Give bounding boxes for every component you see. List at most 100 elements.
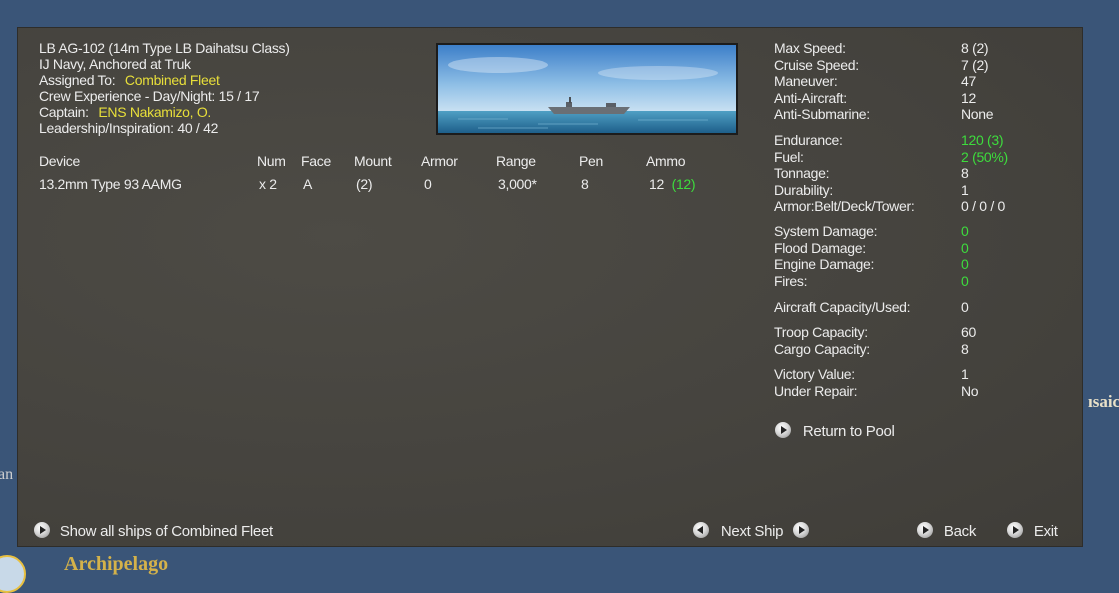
stat-label: Cargo Capacity: <box>774 340 870 357</box>
stat-label: Tonnage: <box>774 165 830 181</box>
stat-value: 1 <box>961 181 969 198</box>
stat-label: Endurance: <box>774 132 843 148</box>
stat-label: Maneuver: <box>774 73 838 89</box>
arrow-right-icon <box>917 522 933 538</box>
stat-label: Anti-Submarine: <box>774 106 870 122</box>
stat-label: Fuel: <box>774 148 804 165</box>
stat-label: Victory Value: <box>774 366 855 382</box>
show-all-ships-button[interactable]: Show all ships of Combined Fleet <box>34 522 273 540</box>
ship-detail-panel: LB AG-102 (14m Type LB Daihatsu Class) I… <box>17 27 1083 547</box>
exit-label: Exit <box>1033 523 1058 540</box>
stats-capacity-labels: Troop Capacity: Cargo Capacity: <box>774 324 870 357</box>
device-face: A <box>303 176 313 192</box>
stat-label: Max Speed: <box>774 40 846 56</box>
stat-value: 0 / 0 / 0 <box>961 198 1005 214</box>
stat-value: 0 <box>961 256 969 272</box>
stats-capacity-values: 60 8 <box>961 324 976 357</box>
stat-value: 2 (50%) <box>961 148 1008 165</box>
next-ship-label: Next Ship <box>720 523 784 540</box>
device-range: 3,000* <box>498 176 537 192</box>
col-armor: Armor <box>421 153 458 169</box>
arrow-right-icon <box>1007 522 1023 538</box>
show-all-ships-label: Show all ships of Combined Fleet <box>59 523 273 540</box>
device-num: x 2 <box>259 176 277 192</box>
stat-value: 0 <box>961 272 969 289</box>
stat-value: No <box>961 382 979 399</box>
stats-endurance-labels: Endurance: Fuel: Tonnage: Durability: Ar… <box>774 132 915 215</box>
stat-aircraft-label: Aircraft Capacity/Used: <box>774 299 911 315</box>
stat-value: 1 <box>961 366 969 382</box>
stats-speed-labels: Max Speed: Cruise Speed: Maneuver: Anti-… <box>774 40 870 123</box>
assigned-fleet-link[interactable]: Combined Fleet <box>125 72 220 88</box>
device-name: 13.2mm Type 93 AAMG <box>39 176 182 192</box>
stats-damage-values: 0 0 0 0 <box>961 223 969 289</box>
device-pen: 8 <box>581 176 589 192</box>
captain-link[interactable]: ENS Nakamizo, O. <box>98 104 211 120</box>
stat-label: Durability: <box>774 181 833 198</box>
stat-value: 60 <box>961 324 976 340</box>
stat-value: 0 <box>961 223 969 239</box>
stat-value: 0 <box>961 239 969 256</box>
map-label-archipelago: Archipelago <box>64 553 169 575</box>
col-face: Face <box>301 153 331 169</box>
stat-value: 120 (3) <box>961 132 1004 148</box>
stats-speed-values: 8 (2) 7 (2) 47 12 None <box>961 40 994 123</box>
assigned-label: Assigned To: <box>39 72 116 88</box>
map-label-fragment-left: an <box>0 466 14 483</box>
map-base-marker[interactable] <box>0 555 26 593</box>
stat-label: Cruise Speed: <box>774 56 859 73</box>
stat-label: Troop Capacity: <box>774 324 868 340</box>
stat-label: Engine Damage: <box>774 256 875 272</box>
ship-info: LB AG-102 (14m Type LB Daihatsu Class) I… <box>39 40 290 136</box>
col-pen: Pen <box>579 153 604 169</box>
stat-label: Flood Damage: <box>774 239 866 256</box>
stat-value: 7 (2) <box>961 56 989 73</box>
previous-ship-icon[interactable] <box>693 522 709 538</box>
captain-label: Captain: <box>39 104 89 120</box>
stats-endurance-values: 120 (3) 2 (50%) 8 1 0 / 0 / 0 <box>961 132 1008 215</box>
back-label: Back <box>943 523 977 540</box>
col-range: Range <box>496 153 536 169</box>
stat-value: 47 <box>961 73 976 89</box>
stat-aircraft-value: 0 <box>961 299 969 315</box>
ammo-max: (12) <box>671 176 696 192</box>
ship-picture-art <box>438 45 736 133</box>
ship-picture <box>436 43 738 135</box>
ship-captain: Captain: ENS Nakamizo, O. <box>39 104 290 120</box>
ship-name: LB AG-102 (14m Type LB Daihatsu Class) <box>39 40 290 56</box>
map-label-fragment-right: ısaic <box>1088 392 1119 411</box>
device-mount: (2) <box>356 176 373 192</box>
stat-label: System Damage: <box>774 223 878 239</box>
stat-label: Fires: <box>774 272 808 289</box>
back-button[interactable]: Back <box>917 522 976 540</box>
device-ammo: 12 (12) <box>649 176 696 192</box>
device-armor: 0 <box>424 176 432 192</box>
stat-label: Armor:Belt/Deck/Tower: <box>774 198 915 214</box>
stat-label: Under Repair: <box>774 382 858 399</box>
next-ship-icon[interactable] <box>793 522 810 538</box>
ammo-current: 12 <box>649 176 664 192</box>
arrow-right-icon <box>775 422 791 438</box>
return-to-pool-button[interactable]: Return to Pool <box>775 422 895 440</box>
ship-status: IJ Navy, Anchored at Truk <box>39 56 191 72</box>
col-mount: Mount <box>354 153 392 169</box>
stat-value: None <box>961 106 994 122</box>
exit-button[interactable]: Exit <box>1007 522 1058 540</box>
col-num: Num <box>257 153 286 169</box>
next-ship-control: Next Ship <box>693 522 810 540</box>
stats-victory-labels: Victory Value: Under Repair: <box>774 366 858 399</box>
stat-value: 8 <box>961 165 969 181</box>
ship-assigned: Assigned To: Combined Fleet <box>39 72 290 88</box>
col-device: Device <box>39 153 80 169</box>
stats-damage-labels: System Damage: Flood Damage: Engine Dama… <box>774 223 877 289</box>
device-row[interactable]: 13.2mm Type 93 AAMG x 2 A (2) 0 3,000* 8… <box>39 176 739 192</box>
stat-value: 8 <box>961 340 969 357</box>
stat-value: 8 (2) <box>961 40 989 56</box>
col-ammo: Ammo <box>646 153 686 169</box>
stats-victory-values: 1 No <box>961 366 979 399</box>
stat-label: Anti-Aircraft: <box>774 89 847 106</box>
leadership: Leadership/Inspiration: 40 / 42 <box>39 120 219 136</box>
stat-value: 12 <box>961 89 976 106</box>
crew-experience: Crew Experience - Day/Night: 15 / 17 <box>39 88 260 104</box>
arrow-right-icon <box>34 522 50 538</box>
